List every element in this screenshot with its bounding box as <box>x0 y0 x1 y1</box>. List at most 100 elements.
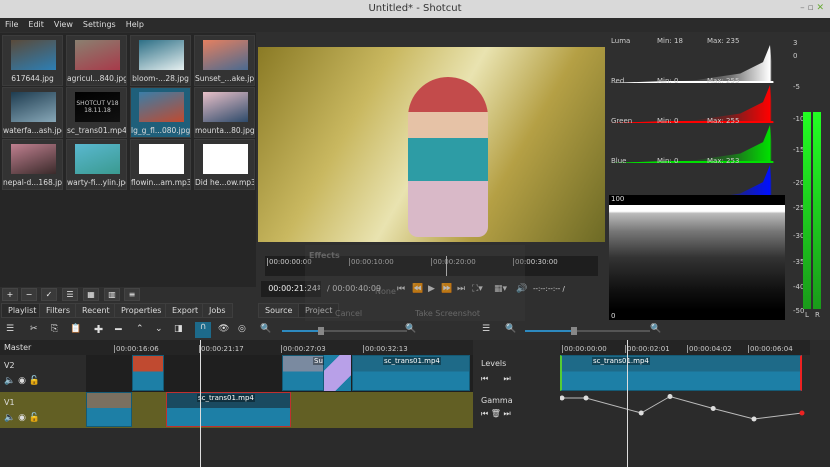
zoom-out-icon[interactable]: 🔍 <box>260 324 271 334</box>
timeline-ruler[interactable]: Master 00:00:16:06 00:00:21:17 00:00:27:… <box>0 340 473 355</box>
keyframe-point[interactable] <box>799 410 805 416</box>
keyframes-panel: 00:00:00:00 00:00:02:01 00:00:04:02 00:0… <box>473 340 830 467</box>
kf-tick: 00:00:06:04 <box>748 345 793 353</box>
tiles-view-button[interactable]: ▥ <box>104 288 120 301</box>
track-header-v1[interactable]: V1 🔈 ◉ 🔓 <box>0 392 86 428</box>
menu-settings[interactable]: Settings <box>78 18 121 31</box>
overwrite-icon[interactable]: ⌄ <box>155 324 163 334</box>
add-button[interactable]: + <box>2 288 18 301</box>
dialog-take-screenshot[interactable]: Take Screenshot <box>415 309 480 318</box>
mute-icon[interactable]: 🔈 ◉ 🔓 <box>4 376 40 386</box>
kf-zoom-out-icon[interactable]: 🔍 <box>505 324 516 334</box>
playlist-item[interactable]: nepal-d...168.jpg <box>2 139 63 190</box>
menu-edit[interactable]: Edit <box>23 18 49 31</box>
playlist-item[interactable]: agricul...840.jpg <box>66 35 127 86</box>
playlist-item[interactable]: Did he...ow.mp3 <box>194 139 255 190</box>
kf-tick: 00:00:02:01 <box>625 345 670 353</box>
playlist-item[interactable]: Sunset_...ake.jpg <box>194 35 255 86</box>
keyframe-point[interactable] <box>560 395 565 401</box>
split-icon[interactable]: ◨ <box>174 324 183 334</box>
menu-view[interactable]: View <box>49 18 78 31</box>
menu-help[interactable]: Help <box>121 18 149 31</box>
gamma-curve[interactable] <box>560 391 805 428</box>
details-view-button[interactable]: ☰ <box>62 288 78 301</box>
keyframes-menu-button[interactable]: ☰ <box>482 324 490 334</box>
kf-nav-buttons[interactable]: ⏮ ⏭ <box>481 374 511 384</box>
tab-filters[interactable]: Filters <box>39 303 77 318</box>
clip[interactable]: sc_trans01.mp4 <box>352 355 470 391</box>
playlist-item[interactable]: SHOTCUT V18 18.11.18 sc_trans01.mp4 <box>66 87 127 138</box>
icon-view-button[interactable]: ▦ <box>83 288 99 301</box>
scrub-icon[interactable]: 👁 <box>218 324 229 334</box>
clip[interactable]: Su <box>282 355 324 391</box>
kf-gamma-buttons[interactable]: ⏮ 🗑 ⏭ <box>481 409 511 419</box>
remove-icon[interactable]: ━ <box>115 323 122 336</box>
timeline-zoom-slider[interactable] <box>282 327 407 335</box>
lift-icon[interactable]: ⌃ <box>136 324 144 334</box>
mute-icon[interactable]: 🔈 ◉ 🔓 <box>4 413 40 423</box>
kf-tick: 00:00:04:02 <box>687 345 732 353</box>
keyframe-point[interactable] <box>667 394 673 399</box>
tab-source[interactable]: Source <box>258 303 300 318</box>
keyframe-point[interactable] <box>583 395 589 401</box>
thumbnail <box>11 92 56 122</box>
keyframes-zoom-slider[interactable] <box>525 327 650 335</box>
minimize-button[interactable]: – <box>800 3 805 13</box>
update-button[interactable]: ✓ <box>41 288 57 301</box>
window-title: Untitled* - Shotcut <box>368 3 462 14</box>
cut-icon[interactable]: ✂ <box>30 324 38 334</box>
playlist-item[interactable]: flowin...am.mp3 <box>130 139 191 190</box>
playlist-item[interactable]: 617644.jpg <box>2 35 63 86</box>
clip-selected[interactable]: sc_trans01.mp4 <box>166 392 291 427</box>
meter-bar-l <box>803 112 811 309</box>
histogram-label: Blue <box>611 157 627 165</box>
clip[interactable] <box>132 355 164 391</box>
meter-bar-r <box>813 112 821 309</box>
timeline-playhead[interactable] <box>200 340 201 467</box>
histogram-max: Max: 255 <box>707 117 740 125</box>
playlist-item[interactable]: bloom-...28.jpg <box>130 35 191 86</box>
playlist-item-label: mounta...80.jpg <box>195 126 254 135</box>
close-button[interactable]: ✕ <box>816 3 824 13</box>
copy-icon[interactable]: ⎘ <box>51 324 58 334</box>
tab-recent[interactable]: Recent <box>75 303 117 318</box>
timeline-menu-button[interactable]: ☰ <box>6 324 14 334</box>
tab-export[interactable]: Export <box>165 303 206 318</box>
track-header-v2[interactable]: V2 🔈 ◉ 🔓 <box>0 355 86 392</box>
maximize-button[interactable]: ▫ <box>807 3 813 13</box>
kf-clip[interactable]: sc_trans01.mp4 <box>560 355 802 391</box>
zoom-in-icon[interactable]: 🔍 <box>405 324 416 334</box>
keyframe-point[interactable] <box>710 406 716 411</box>
playlist-item[interactable]: mounta...80.jpg <box>194 87 255 138</box>
keyframe-point[interactable] <box>638 410 644 416</box>
append-icon[interactable]: ✚ <box>94 323 103 336</box>
kf-playhead[interactable] <box>627 340 628 467</box>
playlist-item[interactable]: waterfa...ash.jpg <box>2 87 63 138</box>
snap-icon[interactable]: ∩ <box>195 322 211 338</box>
tab-properties[interactable]: Properties <box>114 303 169 318</box>
paste-icon[interactable]: 📋 <box>70 324 81 334</box>
playlist-item[interactable]: lg_g_fl...080.jpg <box>130 87 191 138</box>
ripple-icon[interactable]: ◎ <box>238 324 246 334</box>
keyframe-point[interactable] <box>751 416 757 422</box>
remove-button[interactable]: − <box>21 288 37 301</box>
clip-name: sc_trans01.mp4 <box>197 394 255 402</box>
dialog-cancel[interactable]: Cancel <box>335 309 362 318</box>
keyframes-ruler[interactable]: 00:00:00:00 00:00:02:01 00:00:04:02 00:0… <box>560 340 810 355</box>
kf-zoom-in-icon[interactable]: 🔍 <box>650 324 661 334</box>
playlist-item[interactable]: warty-fi...ylin.jpg <box>66 139 127 190</box>
playlist-menu-button[interactable]: ≡ <box>124 288 140 301</box>
timeline-tick: 00:00:32:13 <box>363 345 408 353</box>
tab-playlist[interactable]: Playlist <box>1 303 44 318</box>
audio-meter: 3 0 -5 -10 -15 -20 -25 -30 -35 -40 -50 L R <box>790 33 830 320</box>
clip-name: Su <box>313 357 324 365</box>
menu-file[interactable]: File <box>0 18 23 31</box>
dialog-window-effect[interactable]: None <box>375 287 396 296</box>
timeline-toolbar: ☰ ✂ ⎘ 📋 ✚ ━ ⌃ ⌄ ◨ ∩ 👁 ◎ 🔍 🔍 ☰ 🔍 🔍 <box>0 321 830 340</box>
histogram-red <box>609 85 784 123</box>
clip[interactable] <box>86 392 132 427</box>
thumbnail <box>139 40 184 70</box>
transition[interactable] <box>324 355 351 391</box>
filter-levels-label: Levels <box>481 359 507 368</box>
tab-jobs[interactable]: Jobs <box>202 303 233 318</box>
